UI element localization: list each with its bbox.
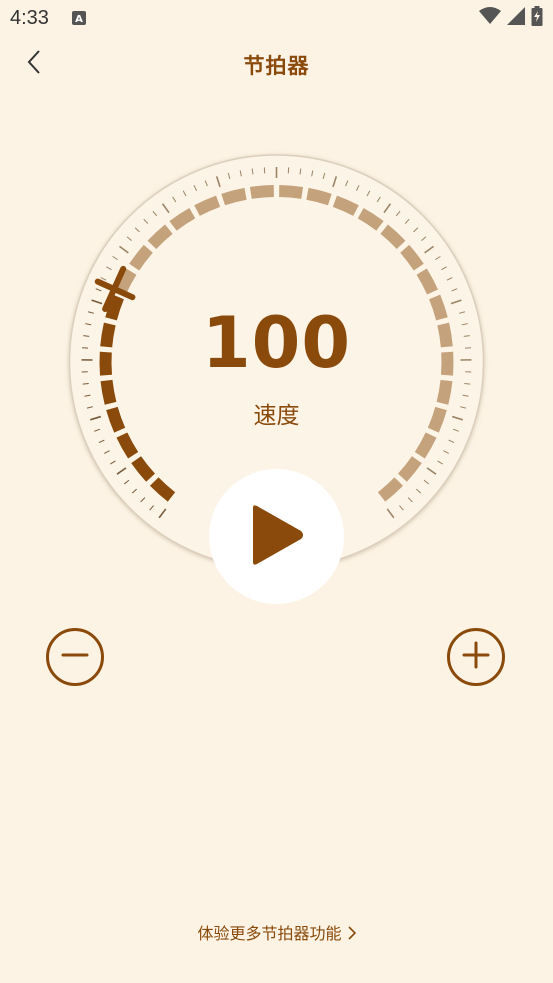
chevron-right-icon [347, 925, 356, 944]
play-icon [247, 504, 307, 570]
play-button[interactable] [209, 469, 344, 604]
dial-track-segment [279, 185, 304, 199]
dial-track-segment [306, 187, 332, 206]
minus-icon [59, 639, 91, 675]
tempo-value: 100 [201, 302, 352, 384]
tempo-label: 速度 [253, 403, 300, 429]
more-features-link[interactable]: 体验更多节拍器功能 [0, 920, 553, 944]
dial-tick [82, 382, 89, 385]
dial-track-segment [221, 187, 247, 206]
decrease-tempo-button[interactable] [46, 628, 104, 686]
dial-tick [464, 382, 471, 385]
dial-track-segment [249, 185, 274, 199]
more-features-label: 体验更多节拍器功能 [197, 924, 342, 943]
increase-tempo-button[interactable] [447, 628, 505, 686]
metronome-screen: 4:33 A 节拍器 100 速度 体验更多节拍器功能 [0, 0, 553, 983]
plus-icon [460, 639, 492, 675]
